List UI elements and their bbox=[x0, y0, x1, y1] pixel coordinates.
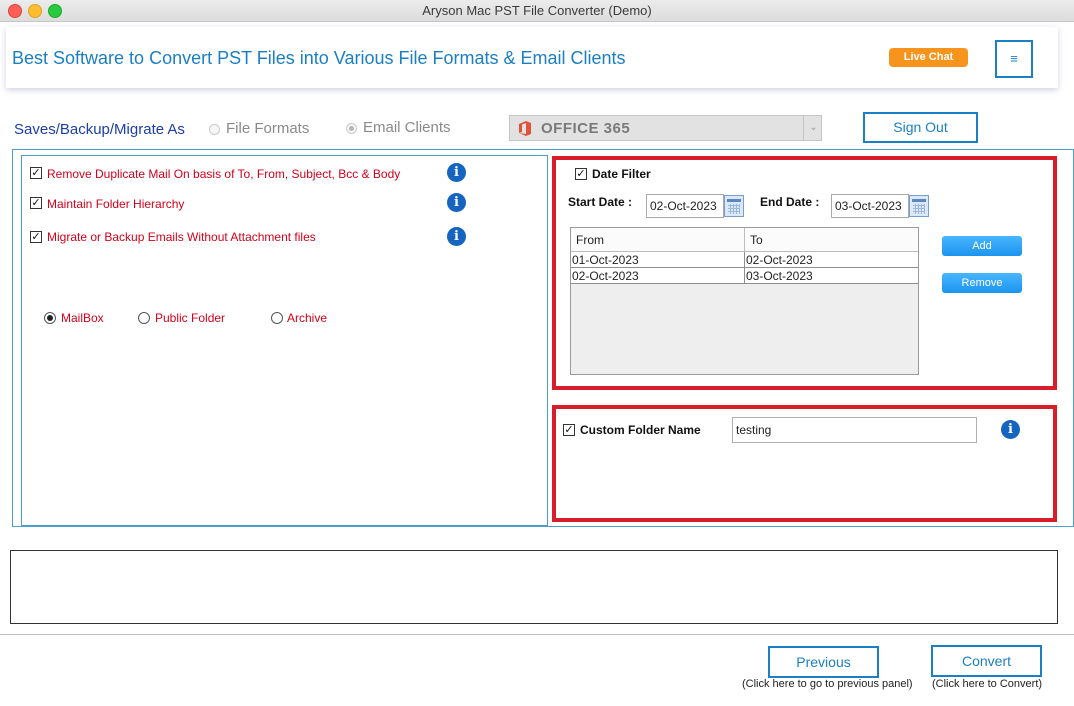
without-attachment-label: Migrate or Backup Emails Without Attachm… bbox=[47, 230, 316, 244]
custom-folder-input[interactable]: testing bbox=[732, 417, 977, 443]
custom-folder-label: Custom Folder Name bbox=[580, 423, 701, 437]
start-date-label: Start Date : bbox=[568, 195, 633, 209]
mailbox-radio[interactable] bbox=[44, 312, 56, 324]
office-365-icon bbox=[519, 121, 531, 136]
date-filter-checkbox[interactable]: ✓ bbox=[575, 168, 587, 180]
convert-hint: (Click here to Convert) bbox=[932, 678, 1043, 690]
without-attachment-checkbox[interactable]: ✓ bbox=[30, 231, 42, 243]
table-cell[interactable]: 02-Oct-2023 bbox=[571, 268, 745, 284]
end-date-label: End Date : bbox=[760, 195, 820, 209]
hamburger-icon: ≡ bbox=[1010, 51, 1018, 66]
table-cell[interactable]: 03-Oct-2023 bbox=[745, 268, 918, 284]
add-date-range-button[interactable]: Add bbox=[942, 236, 1022, 256]
end-date-field[interactable]: 03-Oct-2023 bbox=[831, 194, 909, 218]
info-icon[interactable]: i bbox=[447, 227, 466, 246]
previous-hint: (Click here to go to previous panel) bbox=[742, 678, 913, 690]
file-formats-radio[interactable] bbox=[209, 124, 220, 135]
maintain-hierarchy-label: Maintain Folder Hierarchy bbox=[47, 197, 185, 211]
table-cell[interactable]: 01-Oct-2023 bbox=[571, 252, 745, 268]
info-icon[interactable]: i bbox=[1001, 420, 1020, 439]
destination-value: OFFICE 365 bbox=[541, 120, 631, 137]
custom-folder-checkbox[interactable]: ✓ bbox=[563, 424, 575, 436]
save-as-label: Saves/Backup/Migrate As bbox=[14, 121, 185, 138]
remove-duplicate-label: Remove Duplicate Mail On basis of To, Fr… bbox=[47, 167, 401, 181]
date-range-table: From To 01-Oct-2023 02-Oct-2023 02-Oct-2… bbox=[570, 227, 919, 375]
calendar-icon[interactable] bbox=[724, 195, 744, 217]
hamburger-menu-button[interactable]: ≡ bbox=[995, 40, 1033, 78]
remove-duplicate-checkbox[interactable]: ✓ bbox=[30, 167, 42, 179]
archive-label: Archive bbox=[287, 311, 328, 325]
info-icon[interactable]: i bbox=[447, 163, 466, 182]
column-header-to[interactable]: To bbox=[745, 228, 918, 252]
window-title: Aryson Mac PST File Converter (Demo) bbox=[422, 3, 652, 18]
column-header-from[interactable]: From bbox=[571, 228, 745, 252]
file-formats-label: File Formats bbox=[226, 120, 310, 137]
start-date-field[interactable]: 02-Oct-2023 bbox=[646, 194, 724, 218]
previous-button[interactable]: Previous bbox=[768, 646, 879, 678]
email-clients-radio[interactable] bbox=[346, 123, 357, 134]
live-chat-button[interactable]: Live Chat bbox=[889, 48, 968, 67]
banner-title: Best Software to Convert PST Files into … bbox=[12, 48, 626, 68]
sign-out-button[interactable]: Sign Out bbox=[863, 112, 978, 143]
archive-radio[interactable] bbox=[271, 312, 283, 324]
info-icon[interactable]: i bbox=[447, 193, 466, 212]
remove-date-range-button[interactable]: Remove bbox=[942, 273, 1022, 293]
email-clients-label: Email Clients bbox=[363, 119, 451, 136]
calendar-icon[interactable] bbox=[909, 195, 929, 217]
convert-button[interactable]: Convert bbox=[931, 645, 1042, 677]
log-area bbox=[10, 550, 1058, 624]
public-folder-radio[interactable] bbox=[138, 312, 150, 324]
public-folder-label: Public Folder bbox=[155, 311, 226, 325]
table-cell[interactable]: 02-Oct-2023 bbox=[745, 252, 918, 268]
chevron-down-icon[interactable]: ⌄ bbox=[803, 116, 823, 140]
destination-select[interactable]: OFFICE 365 ⌄ bbox=[509, 115, 822, 141]
maintain-hierarchy-checkbox[interactable]: ✓ bbox=[30, 197, 42, 209]
mailbox-label: MailBox bbox=[61, 311, 104, 325]
footer-bar bbox=[0, 634, 1074, 706]
date-filter-label: Date Filter bbox=[592, 167, 651, 181]
